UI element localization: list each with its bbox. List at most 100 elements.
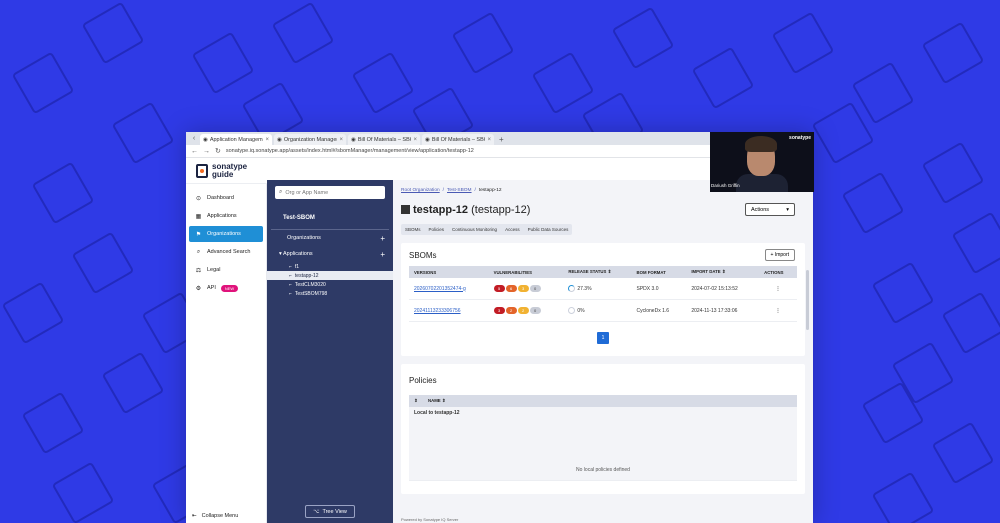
actions-label: Actions	[751, 206, 770, 213]
column-header-label: VERSIONS	[414, 269, 437, 275]
import-button[interactable]: + Import	[764, 249, 795, 261]
no-policies-message: No local policies defined	[409, 443, 797, 481]
vulnerability-count-badge: 6	[505, 285, 517, 292]
vulnerabilities-cell: 5630	[488, 278, 564, 300]
column-header-import-date[interactable]: IMPORT DATE ⇕	[686, 266, 760, 278]
background-square	[271, 1, 335, 65]
application-subtabs: SBOMs Policies Continuous Monitoring Access…	[401, 224, 573, 235]
sort-icon[interactable]: ⇕	[409, 395, 423, 407]
nav-item-legal[interactable]: ⚖ Legal	[189, 262, 263, 278]
bom-format: CycloneDx 1.6	[631, 299, 687, 322]
sbom-version-link[interactable]: 20260702201352474-g	[414, 286, 466, 292]
close-tab-icon[interactable]: ×	[265, 137, 269, 143]
nav-item-advanced-search[interactable]: ⌕ Advanced Search	[189, 244, 263, 260]
nav-item-dashboard[interactable]: ⊙ Dashboard	[189, 190, 263, 206]
collapse-menu-button[interactable]: ⇤ Collapse Menu	[192, 513, 238, 519]
browser-tab-title: Application Manageme...	[209, 136, 264, 143]
subtab-continuous-monitoring[interactable]: Continuous Monitoring	[448, 224, 501, 235]
background-square	[921, 21, 985, 85]
column-header-label: BOM FORMAT	[636, 269, 666, 275]
column-header-actions[interactable]: ACTIONS	[759, 266, 797, 278]
column-header-label: VULNERABILITIES	[493, 269, 533, 275]
tree-app-item[interactable]: ⌐ f1	[267, 262, 393, 271]
vulnerability-count-badge: 0	[529, 285, 541, 292]
column-header-name[interactable]: NAME ⇕	[423, 395, 797, 407]
close-tab-icon[interactable]: ×	[487, 137, 491, 143]
nav-item-api[interactable]: ⚙ API NEW	[189, 280, 263, 296]
nav-item-label: Dashboard	[207, 195, 234, 201]
browser-tab[interactable]: ◉Bill Of Materials – SBOM...×	[422, 134, 494, 145]
tree-view-button[interactable]: ⌥ Tree View	[305, 505, 355, 518]
tree-app-label: TestSBOM798	[294, 290, 328, 297]
add-application-icon[interactable]: +	[380, 250, 385, 259]
background-square	[191, 31, 255, 95]
column-header-vulnerabilities[interactable]: VULNERABILITIES	[488, 266, 564, 278]
background-square	[21, 391, 85, 455]
new-tab-button[interactable]: +	[496, 134, 507, 145]
forward-icon[interactable]: →	[203, 148, 210, 155]
tree-app-item[interactable]: ⌐ testapp-12	[267, 271, 393, 280]
nav-item-label: Applications	[207, 213, 237, 219]
webcam-brand: sonatype	[789, 135, 811, 141]
column-header-versions[interactable]: VERSIONS	[409, 266, 489, 278]
sbom-version-link[interactable]: 20241113233306756	[414, 308, 461, 314]
column-header-bom-format[interactable]: BOM FORMAT	[631, 266, 687, 278]
browser-tab-title: Bill Of Materials – SBOM...	[357, 136, 412, 143]
reload-icon[interactable]: ↻	[215, 147, 221, 155]
row-actions-icon[interactable]: ⋮	[759, 299, 797, 322]
browser-tab[interactable]: ◉Application Manageme...×	[200, 134, 272, 145]
back-icon[interactable]: ←	[191, 148, 198, 155]
scrollbar[interactable]	[806, 270, 809, 330]
background-square	[811, 101, 875, 165]
actions-dropdown[interactable]: Actions ▾	[745, 203, 795, 216]
close-tab-icon[interactable]: ×	[413, 137, 417, 143]
add-organization-icon[interactable]: +	[380, 234, 385, 243]
application-icon: ⌐	[289, 263, 292, 270]
tree-org-title[interactable]: Test-SBOM	[271, 205, 389, 230]
nav-item-organizations[interactable]: ⚑ Organizations	[189, 226, 263, 242]
import-label: Import	[774, 252, 789, 258]
app-logo[interactable]: sonatype guide	[212, 162, 247, 179]
policies-card: Policies ⇕ NAME ⇕ Local to testapp-12 No…	[401, 364, 805, 494]
close-tab-icon[interactable]: ×	[339, 137, 343, 143]
background-square	[771, 11, 835, 75]
logo-text-bottom: guide	[212, 169, 234, 179]
breadcrumb-org[interactable]: Test-SBOM	[447, 188, 472, 193]
chevron-down-icon: ▾	[786, 206, 789, 213]
subtab-policies[interactable]: Policies	[425, 224, 449, 235]
tree-view-label: Tree View	[322, 508, 347, 515]
sort-icon[interactable]: ⇕	[608, 269, 612, 274]
page-title-id: (testapp-12)	[471, 203, 531, 216]
subtab-access[interactable]: Access	[501, 224, 524, 235]
browser-tab[interactable]: ◉Bill Of Materials – SBOM...×	[348, 134, 420, 145]
dashboard-icon: ⊙	[195, 195, 202, 202]
nav-item-applications[interactable]: ▦ Applications	[189, 208, 263, 224]
column-header-release-status[interactable]: RELEASE STATUS ⇕	[563, 266, 632, 278]
page-button[interactable]: 1	[597, 332, 609, 344]
subtab-sboms[interactable]: SBOMs	[401, 224, 425, 235]
breadcrumb-root[interactable]: Root Organization	[401, 188, 440, 193]
breadcrumb-separator: /	[474, 188, 476, 193]
nav-item-label: API	[207, 285, 216, 291]
tab-list-icon[interactable]: ‹	[190, 133, 198, 145]
vulnerability-count-badge: 5	[493, 285, 505, 292]
subtab-public-data-sources[interactable]: Public Data Sources	[524, 224, 573, 235]
main-content: Root Organization / Test-SBOM / testapp-…	[393, 180, 813, 523]
policies-table: ⇕ NAME ⇕ Local to testapp-12 No local po…	[409, 395, 797, 481]
background-square	[921, 141, 985, 205]
tree-organizations-row[interactable]: Organizations +	[267, 230, 393, 246]
background-square	[351, 51, 415, 115]
org-search-input[interactable]	[285, 189, 376, 196]
sort-icon[interactable]: ⇕	[722, 269, 726, 274]
tree-applications-row[interactable]: ▾ Applications +	[267, 246, 393, 262]
background-square	[1, 281, 65, 345]
tree-app-item[interactable]: ⌐ TestCLM3020	[267, 280, 393, 289]
browser-tab[interactable]: ◉Organization Manageme...×	[274, 134, 346, 145]
row-actions-icon[interactable]: ⋮	[759, 278, 797, 300]
url-field[interactable]: sonatype.iq.sonatype.app/assets/index.ht…	[226, 148, 474, 154]
presenter-body	[736, 174, 788, 192]
background-square	[31, 161, 95, 225]
tree-app-item[interactable]: ⌐ TestSBOM798	[267, 289, 393, 298]
vulnerability-count-badge: 2	[505, 307, 517, 314]
webcam-overlay: sonatype Dariush Griffin	[710, 132, 814, 192]
